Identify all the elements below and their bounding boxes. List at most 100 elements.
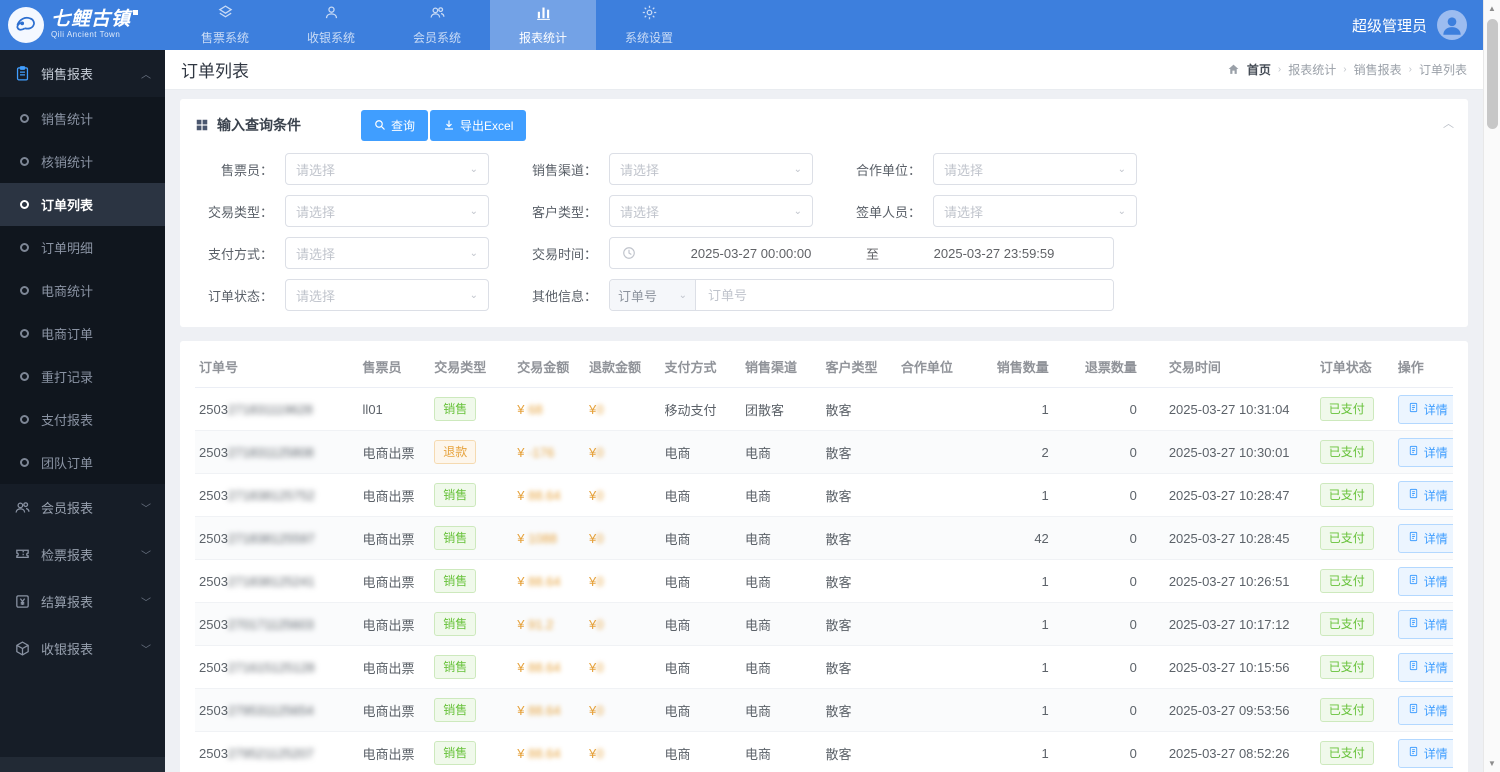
field-label: 订单状态：	[195, 286, 285, 305]
table-row-1: 2503271831125808电商出票退款¥ -176¥0电商电商散客2020…	[195, 431, 1453, 474]
field-label: 交易时间：	[519, 244, 609, 263]
brand[interactable]: 七鲤古镇 Qili Ancient Town	[0, 0, 172, 50]
home-icon	[1227, 63, 1240, 76]
detail-button[interactable]: 详情	[1398, 481, 1453, 510]
transaction-time: 2025-03-27 10:28:47	[1165, 474, 1316, 517]
chevron-down-icon: ⌄	[794, 206, 802, 217]
pay-method-select[interactable]: 请选择⌄	[285, 237, 489, 269]
pay-method: 电商	[660, 603, 741, 646]
refund-quantity: 0	[1077, 517, 1165, 560]
detail-button[interactable]: 详情	[1398, 653, 1453, 682]
sales-quantity: 1	[985, 732, 1077, 772]
detail-button[interactable]: 详情	[1398, 696, 1453, 725]
sales-quantity: 1	[985, 474, 1077, 517]
content: 输入查询条件 查询 导出Excel ︿	[165, 90, 1483, 772]
order-status: 已支付	[1316, 646, 1394, 689]
sidebar-item-0-7[interactable]: 支付报表	[0, 398, 165, 441]
signer-select[interactable]: 请选择⌄	[933, 195, 1137, 227]
nav-item-0[interactable]: 售票系统	[172, 0, 278, 50]
table-body: 2503271831119628ll01销售¥ 68¥0移动支付团散客散客102…	[195, 388, 1453, 772]
breadcrumb-home[interactable]: 首页	[1247, 61, 1271, 78]
search-button[interactable]: 查询	[361, 110, 428, 141]
detail-button[interactable]: 详情	[1398, 610, 1453, 639]
cashier-icon	[323, 4, 340, 26]
transaction-type-select[interactable]: 请选择⌄	[285, 195, 489, 227]
partner-unit	[897, 603, 985, 646]
sidebar-item-0-6[interactable]: 重打记录	[0, 355, 165, 398]
nav-item-2[interactable]: 会员系统	[384, 0, 490, 50]
sidebar-item-label: 团队订单	[41, 453, 93, 472]
nav-item-4[interactable]: 系统设置	[596, 0, 702, 50]
transaction-type: 销售	[430, 560, 513, 603]
nav-item-1[interactable]: 收银系统	[278, 0, 384, 50]
ticket-seller-select[interactable]: 请选择⌄	[285, 153, 489, 185]
sidebar-group-4[interactable]: 收银报表﹀	[0, 625, 165, 672]
form-row-1: 售票员： 请选择⌄ 销售渠道： 请选择⌄ 合作单位： 请选择⌄	[195, 153, 1453, 185]
detail-button[interactable]: 详情	[1398, 524, 1453, 553]
other-info-type-select[interactable]: 订单号⌄	[610, 280, 696, 310]
scroll-down-arrow-icon[interactable]: ▼	[1484, 755, 1500, 772]
sales-quantity: 1	[985, 603, 1077, 646]
customer-type-select[interactable]: 请选择⌄	[609, 195, 813, 227]
sidebar-item-0-1[interactable]: 核销统计	[0, 140, 165, 183]
field-ticket-seller: 售票员： 请选择⌄	[195, 153, 489, 185]
breadcrumb-sales-report[interactable]: 销售报表	[1354, 61, 1402, 78]
sidebar-group-2[interactable]: 检票报表﹀	[0, 531, 165, 578]
breadcrumb: 首页 › 报表统计 › 销售报表 › 订单列表	[1227, 61, 1467, 78]
export-excel-button[interactable]: 导出Excel	[430, 110, 526, 141]
chevron-down-icon: ⌄	[679, 290, 687, 301]
collapse-panel-chevron-icon[interactable]: ︿	[1443, 115, 1454, 131]
nav-item-3[interactable]: 报表统计	[490, 0, 596, 50]
nav-item-label: 收银系统	[307, 29, 355, 46]
detail-button[interactable]: 详情	[1398, 739, 1453, 768]
sidebar-item-0-5[interactable]: 电商订单	[0, 312, 165, 355]
breadcrumb-order-list[interactable]: 订单列表	[1419, 61, 1467, 78]
vertical-scrollbar[interactable]: ▲ ▼	[1483, 0, 1500, 772]
transaction-amount: ¥ 88.64	[513, 732, 585, 772]
sales-quantity: 2	[985, 431, 1077, 474]
customer-type: 散客	[821, 646, 896, 689]
detail-button[interactable]: 详情	[1398, 567, 1453, 596]
brand-subtitle: Qili Ancient Town	[51, 31, 138, 40]
partner-select[interactable]: 请选择⌄	[933, 153, 1137, 185]
cashier: 电商出票	[359, 560, 431, 603]
scrollbar-thumb[interactable]	[1487, 19, 1498, 129]
pay-method: 电商	[660, 646, 741, 689]
detail-button[interactable]: 详情	[1398, 395, 1453, 424]
customer-type: 散客	[821, 517, 896, 560]
sidebar-item-0-3[interactable]: 订单明细	[0, 226, 165, 269]
sidebar-group-3[interactable]: 结算报表﹀	[0, 578, 165, 625]
sidebar-group-0[interactable]: 销售报表︿	[0, 50, 165, 97]
order-number: 2503271831119628	[195, 388, 359, 431]
sales-channel-select[interactable]: 请选择⌄	[609, 153, 813, 185]
field-label: 交易类型：	[195, 202, 285, 221]
chevron-down-icon: ⌄	[470, 206, 478, 217]
date-range-picker[interactable]: 2025-03-27 00:00:00 至 2025-03-27 23:59:5…	[609, 237, 1114, 269]
chevron-down-icon: ﹀	[141, 547, 151, 562]
sidebar-item-0-4[interactable]: 电商统计	[0, 269, 165, 312]
user-area[interactable]: 超级管理员	[1352, 0, 1483, 50]
end-datetime[interactable]: 2025-03-27 23:59:59	[887, 246, 1101, 261]
user-name: 超级管理员	[1352, 15, 1427, 36]
cashier: ll01	[359, 388, 431, 431]
doc-icon	[1408, 445, 1419, 459]
breadcrumb-report-stats[interactable]: 报表统计	[1288, 61, 1336, 78]
detail-button[interactable]: 详情	[1398, 438, 1453, 467]
sidebar-item-0-0[interactable]: 销售统计	[0, 97, 165, 140]
transaction-time: 2025-03-27 10:28:45	[1165, 517, 1316, 560]
order-status-select[interactable]: 请选择⌄	[285, 279, 489, 311]
column-header-0: 订单号	[195, 345, 359, 388]
search-icon	[374, 119, 386, 131]
brand-text: 七鲤古镇 Qili Ancient Town	[51, 10, 138, 40]
start-datetime[interactable]: 2025-03-27 00:00:00	[644, 246, 858, 261]
sidebar-item-0-8[interactable]: 团队订单	[0, 441, 165, 484]
customer-type: 散客	[821, 560, 896, 603]
scroll-up-arrow-icon[interactable]: ▲	[1484, 0, 1500, 17]
transaction-amount: ¥ 91.2	[513, 603, 585, 646]
sidebar-item-0-2[interactable]: 订单列表	[0, 183, 165, 226]
sidebar-group-1[interactable]: 会员报表﹀	[0, 484, 165, 531]
transaction-amount: ¥ 88.64	[513, 474, 585, 517]
column-header-8: 合作单位	[897, 345, 985, 388]
order-number-input[interactable]	[696, 280, 1113, 310]
avatar[interactable]	[1437, 10, 1467, 40]
